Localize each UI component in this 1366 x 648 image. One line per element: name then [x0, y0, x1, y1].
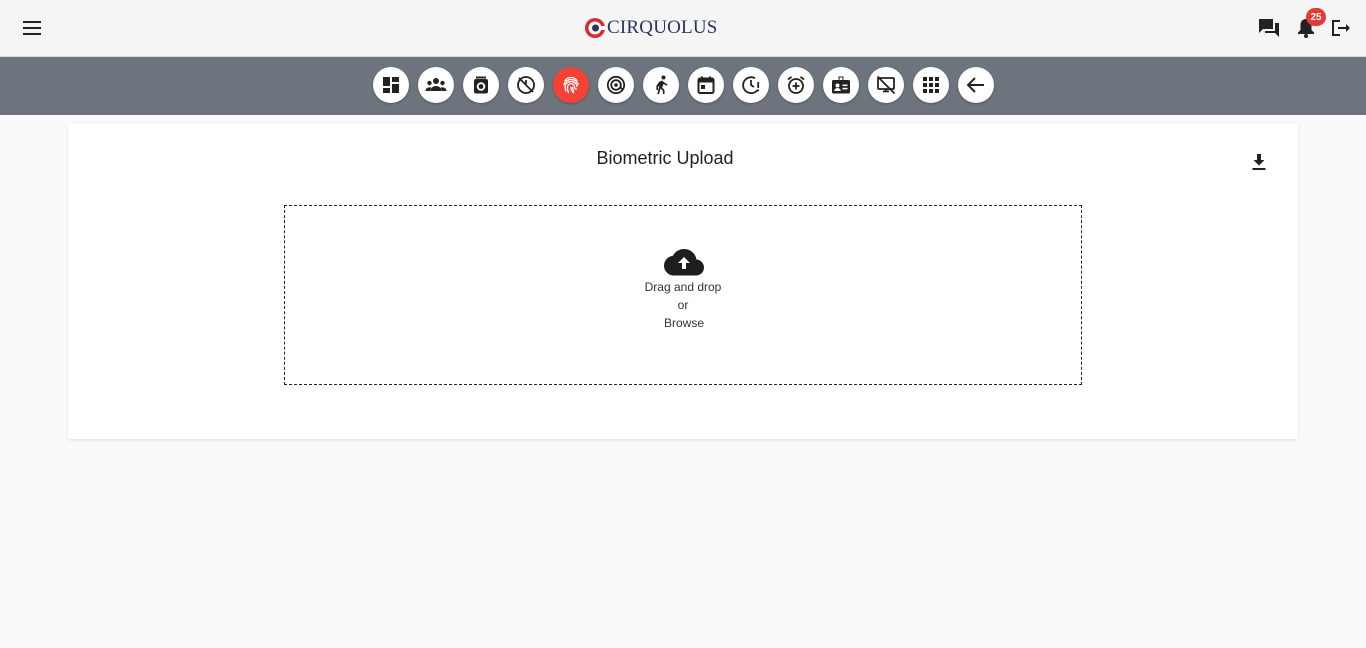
menu-icon[interactable] [18, 14, 46, 42]
cloud-upload-icon [664, 249, 704, 276]
back-arrow-icon[interactable] [958, 67, 994, 103]
dropzone-drag-text: Drag and drop [644, 280, 722, 294]
notification-badge: 25 [1306, 8, 1326, 26]
apps-grid-icon[interactable] [913, 67, 949, 103]
directions-run-icon[interactable] [643, 67, 679, 103]
biometric-upload-card: Biometric Upload Drag and drop or Browse [68, 124, 1298, 439]
fingerprint-icon[interactable] [553, 67, 589, 103]
timer-icon[interactable] [463, 67, 499, 103]
logout-icon[interactable] [1328, 14, 1354, 42]
module-toolbar [0, 57, 1366, 115]
desktop-off-icon[interactable] [868, 67, 904, 103]
alarm-add-icon[interactable] [778, 67, 814, 103]
logo-mark-icon [585, 18, 606, 38]
chat-icon[interactable] [1256, 14, 1282, 42]
at-target-icon[interactable] [598, 67, 634, 103]
file-dropzone[interactable]: Drag and drop or Browse [284, 205, 1082, 385]
app-logo[interactable]: CIRQUOLUS [584, 15, 718, 41]
download-icon[interactable] [1248, 151, 1270, 173]
calendar-icon[interactable] [688, 67, 724, 103]
dropzone-or-text: or [677, 298, 689, 312]
timer-off-icon[interactable] [508, 67, 544, 103]
dashboard-icon[interactable] [373, 67, 409, 103]
groups-icon[interactable] [418, 67, 454, 103]
pending-clock-icon[interactable] [733, 67, 769, 103]
logo-text: CIRQUOLUS [607, 17, 718, 38]
top-header: CIRQUOLUS 25 [0, 0, 1366, 57]
browse-link[interactable]: Browse [285, 316, 1083, 330]
page-title: Biometric Upload [596, 148, 734, 168]
badge-icon[interactable] [823, 67, 859, 103]
